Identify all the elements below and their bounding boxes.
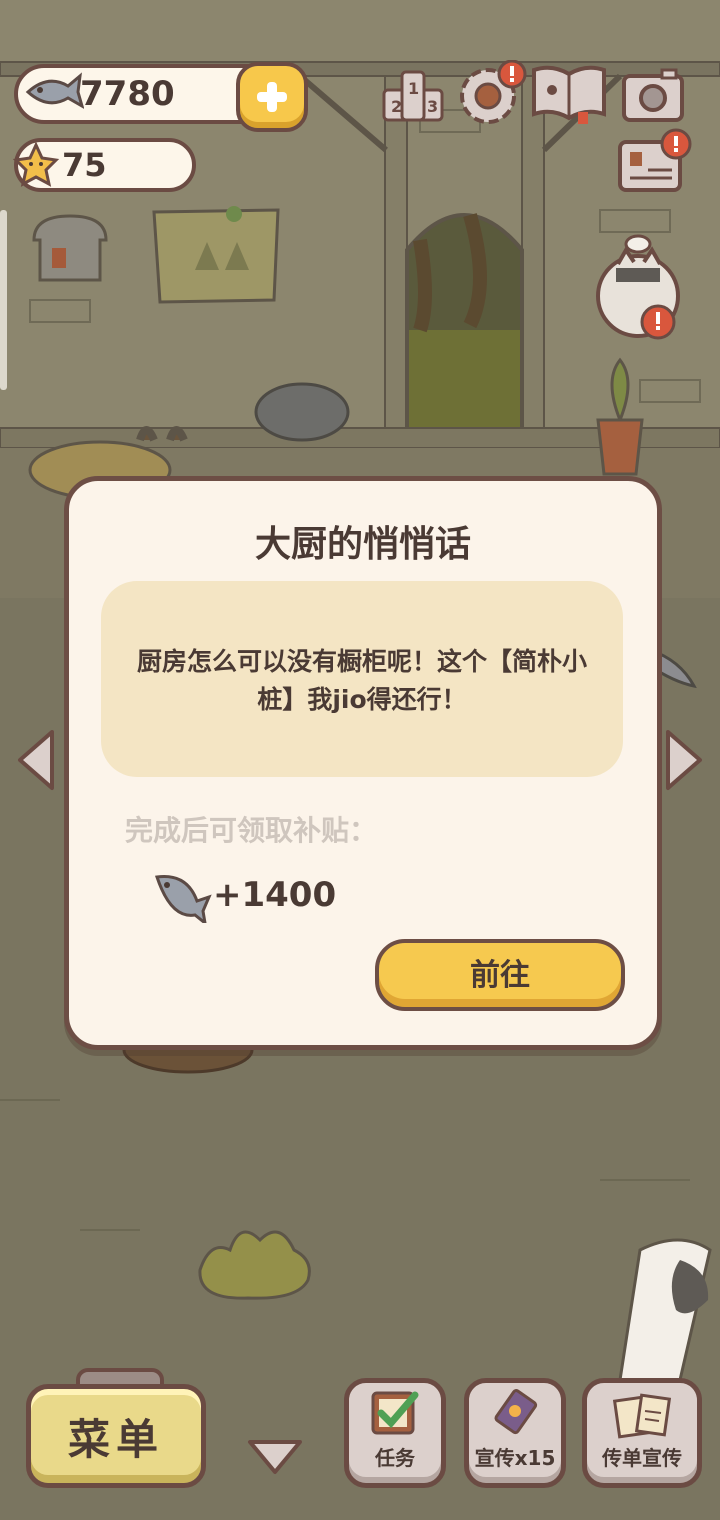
task-button[interactable]: 任务 [344, 1378, 446, 1488]
svg-text:3: 3 [427, 97, 438, 116]
flyer-label: 传单宣传 [602, 1446, 682, 1470]
svg-text:1: 1 [408, 79, 419, 98]
cookbook-button[interactable] [530, 62, 608, 128]
star-count: 75 [62, 146, 107, 184]
dialog-message: 厨房怎么可以没有橱柜呢！这个【简朴小桩】我jio得还行！ [136, 647, 587, 714]
settings-icon [460, 59, 527, 124]
star-rating-display: 75 [12, 138, 196, 192]
collapse-button[interactable] [246, 1436, 304, 1480]
flyer-icon [612, 1393, 672, 1439]
notice-board-button[interactable] [618, 128, 692, 198]
checklist-icon [371, 1391, 419, 1435]
svg-text:2: 2 [391, 97, 402, 116]
shop-button[interactable] [32, 214, 33, 233]
menu-button[interactable]: 菜单 [26, 1384, 206, 1488]
reward-amount: +1400 [213, 875, 337, 915]
ranking-icon: 2 1 3 [382, 70, 444, 122]
fish-icon [151, 869, 213, 927]
shop-icon [32, 228, 33, 229]
star-icon [12, 141, 60, 192]
chef-cat-button[interactable] [596, 234, 686, 348]
fish-count: 7780 [80, 74, 175, 114]
fish-icon [24, 72, 85, 118]
chevron-down-icon [248, 1440, 302, 1474]
flyer-promo-button[interactable]: 传单宣传 [582, 1378, 702, 1488]
camera-button[interactable] [622, 68, 684, 126]
chef-cat-icon [596, 234, 680, 340]
notice-board-icon [618, 128, 692, 192]
add-fish-button[interactable] [236, 62, 308, 132]
scroll-left-button[interactable] [14, 728, 58, 792]
scroll-right-button[interactable] [662, 728, 706, 792]
chevron-left-icon [18, 730, 54, 790]
promo-label: 宣传x15 [474, 1446, 556, 1470]
reward-label: 完成后可领取补贴： [125, 814, 378, 847]
dialog-title: 大厨的悄悄话 [254, 524, 471, 565]
promo-button[interactable]: 宣传x15 [464, 1378, 566, 1488]
dialog-message-box: 厨房怎么可以没有橱柜呢！这个【简朴小桩】我jio得还行！ [101, 581, 623, 777]
plus-icon [257, 82, 287, 112]
settings-button[interactable] [456, 59, 528, 130]
promo-card-icon [494, 1389, 538, 1435]
chevron-right-icon [666, 730, 702, 790]
task-label: 任务 [375, 1446, 415, 1470]
go-button[interactable]: 前往 [375, 939, 625, 1011]
camera-icon [622, 68, 684, 122]
cookbook-icon [532, 65, 606, 124]
chef-whisper-dialog: 大厨的悄悄话 厨房怎么可以没有橱柜呢！这个【简朴小桩】我jio得还行！ 完成后可… [64, 476, 662, 1050]
ranking-button[interactable]: 2 1 3 [382, 66, 444, 128]
